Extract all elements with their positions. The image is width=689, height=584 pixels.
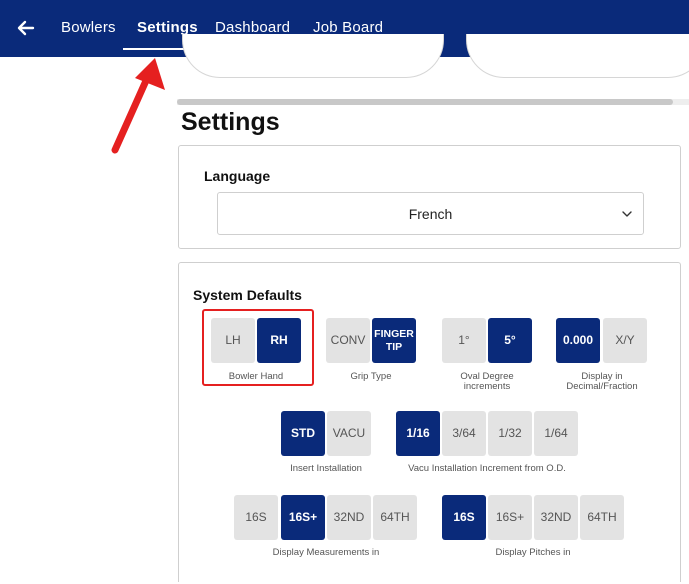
measurements-32nd-button[interactable]: 32ND (327, 495, 371, 540)
pitches-16s-button[interactable]: 16S (442, 495, 486, 540)
language-label: Language (204, 168, 271, 184)
display-pitches-caption: Display Pitches in (495, 547, 571, 558)
bowler-hand-highlight-box (202, 309, 314, 386)
insert-installation-std-button[interactable]: STD (281, 411, 325, 456)
tab-bowlers[interactable]: Bowlers (61, 19, 116, 36)
top-card-right (466, 34, 689, 78)
display-decimal-button[interactable]: 0.000 (556, 318, 600, 363)
vacu-increment-caption: Vacu Installation Increment from O.D. (408, 463, 566, 474)
page-title: Settings (181, 108, 280, 136)
oval-degree-caption-line2: increments (463, 381, 511, 393)
language-card: Language French (178, 145, 681, 249)
grip-type-caption: Grip Type (350, 371, 392, 382)
display-measurements-caption: Display Measurements in (272, 547, 380, 558)
horizontal-scrollbar-thumb[interactable] (177, 99, 673, 105)
oval-degree-1-button[interactable]: 1° (442, 318, 486, 363)
system-defaults-title: System Defaults (193, 287, 302, 303)
red-annotation-arrow-icon (111, 58, 165, 154)
oval-degree-caption: Oval Degree increments (427, 371, 547, 393)
oval-degree-5-button[interactable]: 5° (488, 318, 532, 363)
pitches-16s-plus-button[interactable]: 16S+ (488, 495, 532, 540)
grip-type-fingertip-label: FINGER TIP (374, 328, 414, 353)
vacu-increment-3-64-button[interactable]: 3/64 (442, 411, 486, 456)
vacu-increment-1-32-button[interactable]: 1/32 (488, 411, 532, 456)
pitches-64th-button[interactable]: 64TH (580, 495, 624, 540)
vacu-increment-1-64-button[interactable]: 1/64 (534, 411, 578, 456)
measurements-64th-button[interactable]: 64TH (373, 495, 417, 540)
language-selected-value: French (408, 206, 453, 222)
vacu-increment-1-16-button[interactable]: 1/16 (396, 411, 440, 456)
insert-installation-caption: Insert Installation (290, 463, 362, 474)
grip-type-conv-button[interactable]: CONV (326, 318, 370, 363)
top-card-left (182, 34, 444, 78)
display-decimal-caption-line2: Decimal/Fraction (566, 381, 638, 393)
insert-installation-vacu-button[interactable]: VACU (327, 411, 371, 456)
display-decimal-caption: Display in Decimal/Fraction (546, 371, 658, 393)
measurements-16s-button[interactable]: 16S (234, 495, 278, 540)
grip-type-fingertip-button[interactable]: FINGER TIP (372, 318, 416, 363)
display-fraction-button[interactable]: X/Y (603, 318, 647, 363)
pitches-32nd-button[interactable]: 32ND (534, 495, 578, 540)
chevron-down-icon (622, 211, 632, 217)
arrow-left-icon[interactable] (14, 16, 38, 40)
language-select[interactable]: French (217, 192, 644, 235)
measurements-16s-plus-button[interactable]: 16S+ (281, 495, 325, 540)
